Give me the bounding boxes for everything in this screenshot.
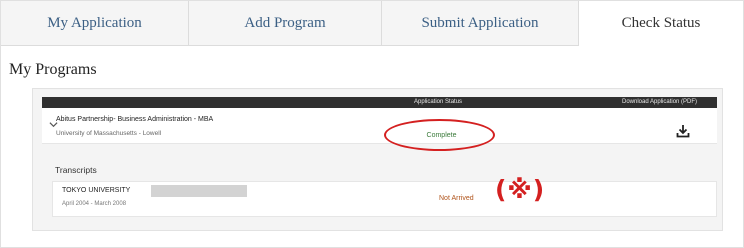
tab-submit-application[interactable]: Submit Application [382,1,579,46]
tab-bar: My Application Add Program Submit Applic… [1,1,743,46]
page-title: My Programs [9,61,97,78]
table-header: Application Status Download Application … [42,97,717,108]
download-icon[interactable] [675,123,691,139]
transcript-university: TOKYO UNIVERSITY [62,187,131,194]
tab-check-status[interactable]: Check Status [579,1,743,46]
program-school: University of Massachusetts - Lowell [56,130,162,137]
program-row: Abitus Partnership- Business Administrat… [42,108,717,144]
check-status-page: My Application Add Program Submit Applic… [0,0,744,248]
status-highlight-circle: Complete [384,119,495,151]
transcripts-heading: Transcripts [55,165,97,175]
header-application-status: Application Status [414,99,463,105]
tab-add-program[interactable]: Add Program [189,1,382,46]
transcript-row: TOKYO UNIVERSITY April 2004 - March 2008… [52,181,717,217]
header-download-application: Download Application (PDF) [622,99,698,105]
transcript-status: Not Arrived [439,195,474,202]
annotation-note-mark: (※) [495,175,546,204]
application-status-value: Complete [426,132,457,139]
tab-my-application[interactable]: My Application [1,1,189,46]
program-name: Abitus Partnership- Business Administrat… [56,116,214,123]
transcript-dates: April 2004 - March 2008 [62,201,127,207]
programs-panel: Application Status Download Application … [32,88,723,231]
redacted-block [151,185,247,197]
